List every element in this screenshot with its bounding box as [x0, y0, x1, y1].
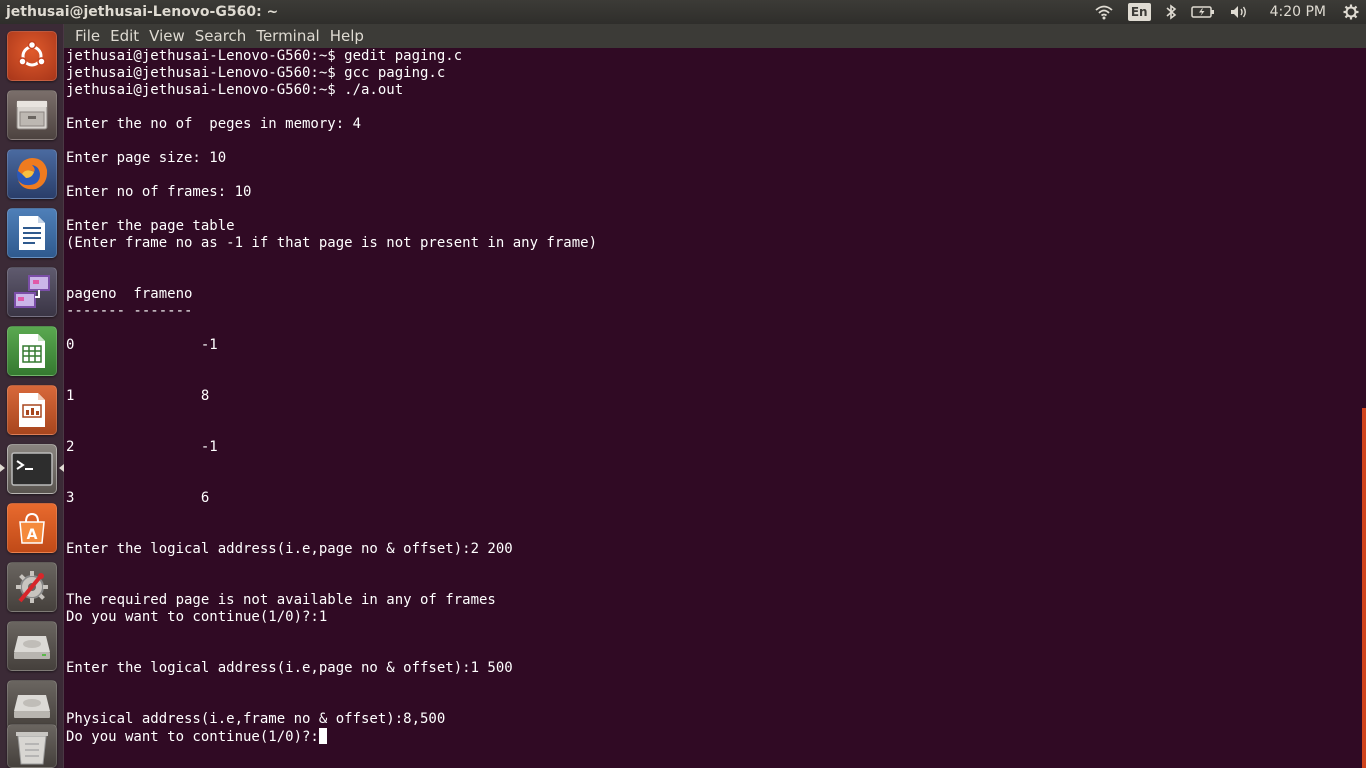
terminal-line: Do you want to continue(1/0)?:1	[66, 609, 328, 625]
launcher: A	[0, 24, 64, 768]
ubuntu-dash-icon[interactable]	[7, 31, 57, 81]
volume-icon[interactable]	[1222, 0, 1256, 24]
bluetooth-icon[interactable]	[1158, 0, 1184, 24]
drive-icon[interactable]	[7, 680, 57, 730]
svg-text:A: A	[27, 527, 38, 543]
clock[interactable]: 4:20 PM	[1256, 4, 1336, 20]
menu-help[interactable]: Help	[325, 27, 369, 45]
terminal-line: Enter page size: 10	[66, 150, 227, 166]
terminal-line: 3 6	[66, 490, 210, 506]
scrollbar[interactable]	[1362, 408, 1366, 768]
firefox-icon[interactable]	[7, 149, 57, 199]
terminal-line: Enter the logical address(i.e,page no & …	[66, 541, 513, 557]
terminal-icon[interactable]	[7, 444, 57, 494]
terminal-line: Enter no of frames: 10	[66, 184, 252, 200]
terminal-prompt-line: Do you want to continue(1/0)?:	[66, 728, 327, 746]
menu-search[interactable]: Search	[190, 27, 252, 45]
terminal-line: jethusai@jethusai-Lenovo-G560:~$ ./a.out	[66, 82, 404, 98]
menu-terminal[interactable]: Terminal	[251, 27, 324, 45]
gear-icon[interactable]	[1336, 0, 1366, 24]
terminal-line: ------- -------	[66, 303, 193, 319]
terminal-output[interactable]: jethusai@jethusai-Lenovo-G560:~$ gedit p…	[64, 48, 1362, 768]
active-indicator-icon	[0, 464, 5, 472]
keyboard-layout-label: En	[1127, 3, 1151, 21]
terminal-line: jethusai@jethusai-Lenovo-G560:~$ gcc pag…	[66, 65, 446, 81]
terminal-line: Enter the no of peges in memory: 4	[66, 116, 362, 132]
terminal-line: (Enter frame no as -1 if that page is no…	[66, 235, 598, 251]
keyboard-layout-indicator[interactable]: En	[1121, 0, 1158, 24]
remote-desktop-icon[interactable]	[7, 267, 57, 317]
menu-edit[interactable]: Edit	[105, 27, 144, 45]
libreoffice-writer-icon[interactable]	[7, 208, 57, 258]
terminal-line: The required page is not available in an…	[66, 592, 496, 608]
menu-file[interactable]: File	[70, 27, 105, 45]
terminal-line: pageno frameno	[66, 286, 193, 302]
top-panel: jethusai@jethusai-Lenovo-G560: ~ En 4:20…	[0, 0, 1366, 24]
menu-bar: File Edit View Search Terminal Help	[64, 24, 1366, 48]
trash-icon[interactable]	[7, 724, 57, 768]
menu-view[interactable]: View	[144, 27, 190, 45]
terminal-line: Enter the page table	[66, 218, 235, 234]
terminal-line: 0 -1	[66, 337, 218, 353]
libreoffice-impress-icon[interactable]	[7, 385, 57, 435]
terminal-line: Physical address(i.e,frame no & offset):…	[66, 711, 446, 727]
window-title: jethusai@jethusai-Lenovo-G560: ~	[6, 4, 279, 20]
terminal-line: 2 -1	[66, 439, 218, 455]
battery-icon[interactable]	[1184, 0, 1222, 24]
terminal-line: jethusai@jethusai-Lenovo-G560:~$ gedit p…	[66, 48, 463, 64]
libreoffice-calc-icon[interactable]	[7, 326, 57, 376]
wifi-icon[interactable]	[1087, 0, 1121, 24]
terminal-prompt-text: Do you want to continue(1/0)?:	[66, 729, 319, 745]
software-center-icon[interactable]: A	[7, 503, 57, 553]
terminal-line: Enter the logical address(i.e,page no & …	[66, 660, 513, 676]
text-cursor	[318, 728, 327, 744]
terminal-line: 1 8	[66, 388, 210, 404]
system-settings-icon[interactable]	[7, 562, 57, 612]
files-icon[interactable]	[7, 90, 57, 140]
drive-icon[interactable]	[7, 621, 57, 671]
indicator-area: En 4:20 PM	[1087, 0, 1366, 24]
